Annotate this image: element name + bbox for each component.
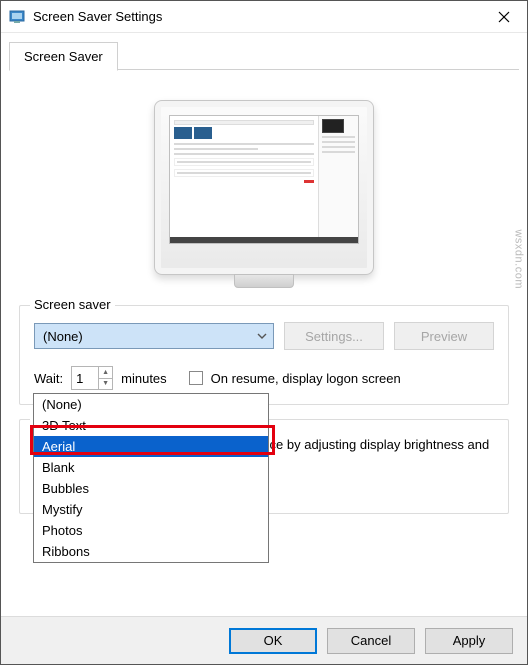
minutes-label: minutes [121,371,167,386]
screensaver-dropdown-list[interactable]: (None)3D TextAerialBlankBubblesMystifyPh… [33,393,269,563]
dropdown-option[interactable]: Mystify [34,499,268,520]
dropdown-option[interactable]: (None) [34,394,268,415]
dropdown-option[interactable]: Ribbons [34,541,268,562]
preview-monitor-wrap [19,100,509,275]
combobox-selected-text: (None) [43,329,83,344]
tab-screen-saver[interactable]: Screen Saver [9,42,118,71]
resume-label: On resume, display logon screen [211,371,401,386]
preview-screen [169,115,359,244]
cancel-button[interactable]: Cancel [327,628,415,654]
window-title: Screen Saver Settings [33,9,481,24]
screensaver-settings-window: Screen Saver Settings Screen Saver [0,0,528,665]
watermark-text: wsxdn.com [513,229,525,289]
close-icon [498,11,510,23]
screensaver-legend: Screen saver [30,297,115,312]
resume-checkbox[interactable] [189,371,203,385]
preview-monitor [154,100,374,275]
spinner-buttons[interactable]: ▲▼ [98,367,112,389]
dropdown-option[interactable]: Bubbles [34,478,268,499]
dropdown-option[interactable]: Aerial [34,436,268,457]
titlebar: Screen Saver Settings [1,1,527,33]
dropdown-option[interactable]: 3D Text [34,415,268,436]
chevron-down-icon [257,329,267,344]
ok-button[interactable]: OK [229,628,317,654]
screensaver-icon [9,9,25,25]
preview-button[interactable]: Preview [394,322,494,350]
screensaver-combobox[interactable]: (None) [34,323,274,349]
tab-strip: Screen Saver [1,33,527,70]
apply-button[interactable]: Apply [425,628,513,654]
wait-value: 1 [76,371,83,386]
screensaver-group: Screen saver (None) Settings... Preview … [19,305,509,405]
close-button[interactable] [481,1,527,33]
settings-button[interactable]: Settings... [284,322,384,350]
dropdown-option[interactable]: Photos [34,520,268,541]
dropdown-option[interactable]: Blank [34,457,268,478]
dialog-button-bar: OK Cancel Apply [1,616,527,664]
wait-label: Wait: [34,371,63,386]
wait-spinner[interactable]: 1 ▲▼ [71,366,113,390]
